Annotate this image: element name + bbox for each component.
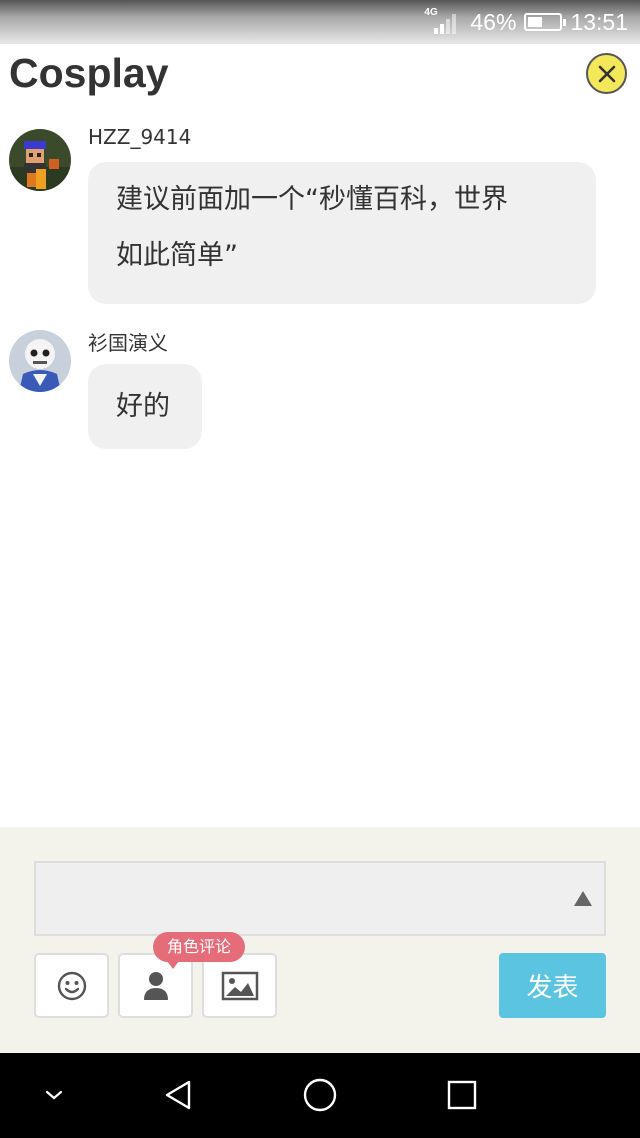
message-line: 好的 <box>116 391 170 422</box>
back-button[interactable] <box>156 1073 200 1117</box>
status-indicators: 4G 46% 13:51 <box>424 6 628 38</box>
image-icon <box>221 971 258 1000</box>
recents-icon <box>447 1080 477 1110</box>
hide-keyboard-icon <box>45 1090 63 1100</box>
hide-keyboard-button[interactable] <box>32 1073 76 1117</box>
composer: 角色评论 发表 <box>0 827 640 1053</box>
send-button[interactable]: 发表 <box>499 953 606 1018</box>
back-icon <box>165 1080 191 1110</box>
clock: 13:51 <box>570 8 628 35</box>
emoji-button[interactable] <box>34 953 109 1018</box>
home-icon <box>303 1078 337 1112</box>
battery-icon <box>524 13 567 31</box>
battery-percent: 46% <box>470 8 517 35</box>
expand-arrow-icon[interactable] <box>574 891 592 906</box>
skeleton-character-avatar <box>9 330 71 392</box>
message-bubble[interactable]: 好的 <box>88 364 202 449</box>
username: HZZ_9414 <box>88 125 192 149</box>
page-title: Cosplay <box>9 50 169 96</box>
role-comment-tag: 角色评论 <box>153 932 246 969</box>
message-bubble[interactable]: 建议前面加一个“秒懂百科，世界 如此简单” <box>88 162 596 304</box>
network-signal-icon: 4G <box>424 7 462 37</box>
image-button[interactable] <box>202 953 277 1018</box>
comment-input[interactable] <box>34 861 606 936</box>
system-nav-bar <box>0 1053 640 1138</box>
status-bar: 4G 46% 13:51 <box>0 0 640 44</box>
role-comment-button[interactable] <box>118 953 193 1018</box>
username: 衫国演义 <box>88 331 168 355</box>
avatar[interactable] <box>9 330 71 392</box>
pixel-character-avatar <box>9 129 71 191</box>
smiley-icon <box>57 971 86 1000</box>
person-icon <box>143 971 168 1000</box>
recents-button[interactable] <box>440 1073 484 1117</box>
close-button[interactable] <box>586 53 627 94</box>
message-line: 如此简单” <box>116 240 238 271</box>
close-icon <box>598 65 615 82</box>
message-line: 建议前面加一个“秒懂百科，世界 <box>116 184 508 215</box>
home-button[interactable] <box>298 1073 342 1117</box>
avatar[interactable] <box>9 129 71 191</box>
